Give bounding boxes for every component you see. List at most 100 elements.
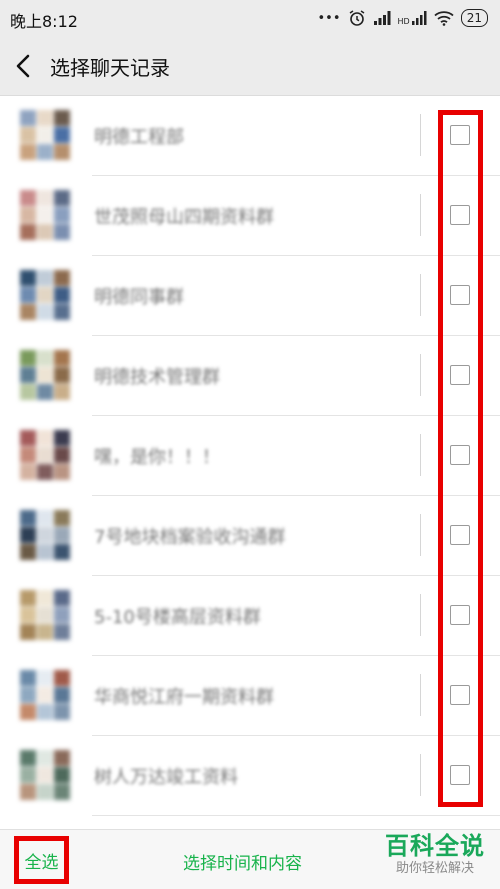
row-divider [420, 274, 421, 316]
signal-hd-icon [411, 11, 427, 25]
row-divider [420, 594, 421, 636]
avatar-tile [37, 207, 53, 223]
signal-icon [373, 11, 391, 25]
chat-row[interactable]: 明德同事群 [0, 256, 500, 336]
more-dots-icon: ••• [317, 10, 341, 26]
avatar-tile [20, 190, 36, 206]
row-separator [92, 815, 500, 816]
avatar-tile [54, 367, 70, 383]
chat-row[interactable]: 明德技术管理群 [0, 336, 500, 416]
avatar-tile [20, 670, 36, 686]
chat-row[interactable]: 5-10号楼高层资料群 [0, 576, 500, 656]
avatar-tile [54, 767, 70, 783]
hd-label: HD [397, 17, 410, 26]
chat-checkbox[interactable] [450, 365, 470, 385]
back-arrow-icon[interactable] [10, 51, 40, 81]
chat-checkbox[interactable] [450, 125, 470, 145]
watermark-logo: 百科全说 助你轻松解决 [376, 832, 494, 878]
avatar-tile [20, 224, 36, 240]
avatar-tile [54, 287, 70, 303]
avatar-tile [20, 430, 36, 446]
avatar-tile [54, 384, 70, 400]
avatar-tile [20, 544, 36, 560]
avatar-tile [54, 687, 70, 703]
avatar-tile [37, 687, 53, 703]
status-icons: ••• HD 21 [318, 7, 488, 29]
avatar-tile [20, 127, 36, 143]
avatar-tile [20, 207, 36, 223]
avatar-tile [20, 767, 36, 783]
chat-checkbox[interactable] [450, 285, 470, 305]
chat-checkbox[interactable] [450, 525, 470, 545]
chat-row[interactable]: 树人万达竣工资料 [0, 736, 500, 816]
avatar-tile [54, 270, 70, 286]
row-divider [420, 194, 421, 236]
select-time-content-button[interactable]: 选择时间和内容 [183, 849, 302, 874]
avatar-tile [54, 224, 70, 240]
group-avatar [20, 350, 70, 400]
row-divider [420, 754, 421, 796]
avatar-tile [54, 207, 70, 223]
chat-name: 明德同事群 [94, 287, 184, 308]
avatar-tile [54, 190, 70, 206]
avatar-tile [54, 350, 70, 366]
avatar-tile [20, 110, 36, 126]
chat-checkbox[interactable] [450, 605, 470, 625]
chat-checkbox[interactable] [450, 205, 470, 225]
avatar-tile [54, 304, 70, 320]
avatar-tile [54, 750, 70, 766]
row-divider [420, 514, 421, 556]
watermark-main: 百科全说 [385, 832, 485, 860]
avatar-tile [37, 447, 53, 463]
avatar-tile [37, 367, 53, 383]
avatar-tile [54, 527, 70, 543]
group-avatar [20, 750, 70, 800]
avatar-tile [37, 510, 53, 526]
avatar-tile [37, 767, 53, 783]
avatar-tile [20, 287, 36, 303]
avatar-tile [20, 704, 36, 720]
group-avatar [20, 590, 70, 640]
chat-list: 明德工程部世茂照母山四期资料群 明德同事群明德技术管理群嘿，是你！！！ 7号地块档案… [0, 96, 500, 829]
avatar-tile [20, 687, 36, 703]
chat-name: 嘿，是你！！！ [94, 447, 220, 468]
avatar-tile [37, 544, 53, 560]
chat-name: 树人万达竣工资料 [94, 767, 238, 788]
avatar-tile [37, 607, 53, 623]
watermark-sub: 助你轻松解决 [395, 861, 474, 876]
avatar-tile [54, 510, 70, 526]
avatar-tile [37, 270, 53, 286]
avatar-tile [37, 704, 53, 720]
select-all-button[interactable]: 全选 [14, 836, 69, 884]
avatar-tile [54, 607, 70, 623]
chat-checkbox[interactable] [450, 765, 470, 785]
avatar-tile [20, 304, 36, 320]
avatar-tile [54, 704, 70, 720]
battery-indicator: 21 [460, 9, 488, 27]
avatar-tile [54, 544, 70, 560]
chat-row[interactable]: 世茂照母山四期资料群 [0, 176, 500, 256]
status-time: 晚上8:12 [10, 12, 78, 31]
avatar-tile [20, 447, 36, 463]
chat-checkbox[interactable] [450, 445, 470, 465]
chat-row[interactable]: 华商悦江府一期资料群 [0, 656, 500, 736]
row-divider [420, 674, 421, 716]
group-avatar [20, 270, 70, 320]
avatar-tile [37, 527, 53, 543]
chat-name: 7号地块档案验收沟通群 [94, 527, 286, 548]
avatar-tile [20, 270, 36, 286]
chat-name: 世茂照母山四期资料群 [94, 207, 274, 228]
chat-row[interactable]: 明德工程部 [0, 96, 500, 176]
avatar-tile [54, 624, 70, 640]
row-divider [420, 354, 421, 396]
chat-row[interactable]: 7号地块档案验收沟通群 [0, 496, 500, 576]
wifi-icon [434, 11, 454, 26]
chat-checkbox[interactable] [450, 685, 470, 705]
row-divider [420, 434, 421, 476]
avatar-tile [37, 384, 53, 400]
avatar-tile [54, 784, 70, 800]
avatar-tile [20, 784, 36, 800]
avatar-tile [54, 430, 70, 446]
avatar-tile [37, 144, 53, 160]
chat-row[interactable]: 嘿，是你！！！ [0, 416, 500, 496]
